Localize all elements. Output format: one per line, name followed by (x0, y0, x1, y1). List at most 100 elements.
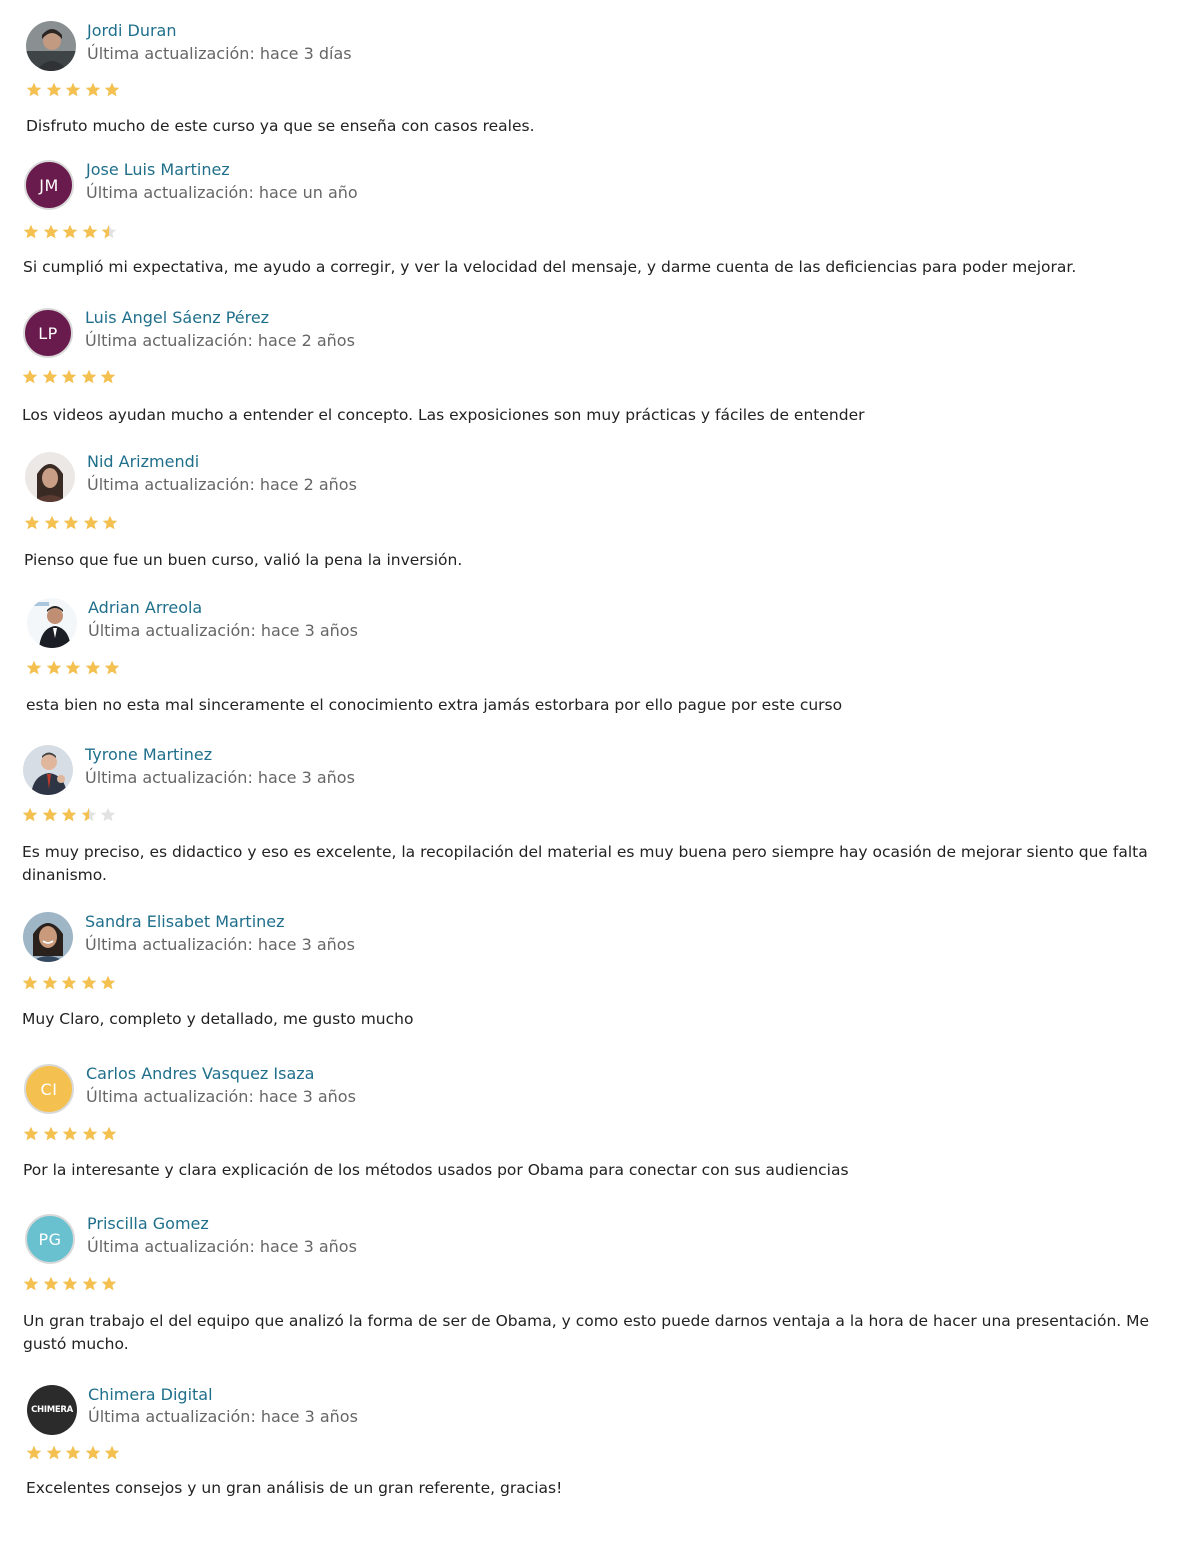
star-icon (85, 660, 101, 676)
star-rating (23, 1276, 121, 1294)
star-icon (81, 975, 97, 991)
star-icon (23, 1276, 39, 1292)
reviewer-name[interactable]: Chimera Digital (88, 1385, 213, 1404)
review-text: Pienso que fue un buen curso, valió la p… (24, 551, 463, 569)
reviewer-name[interactable]: Luis Angel Sáenz Pérez (85, 308, 269, 327)
reviewer-name[interactable]: Adrian Arreola (88, 598, 202, 617)
star-icon (65, 1445, 81, 1461)
last-updated: Última actualización: hace 3 días (87, 44, 352, 63)
star-icon (62, 1126, 78, 1142)
review-text: Disfruto mucho de este curso ya que se e… (26, 117, 535, 135)
review-text: esta bien no esta mal sinceramente el co… (26, 696, 843, 714)
star-rating (26, 82, 124, 100)
last-updated: Última actualización: hace 2 años (85, 331, 355, 350)
star-icon (46, 660, 62, 676)
star-icon (102, 515, 118, 531)
star-icon (101, 224, 117, 240)
reviewer-name[interactable]: Priscilla Gomez (87, 1214, 209, 1233)
last-updated: Última actualización: hace 3 años (88, 621, 358, 640)
review-text: Es muy preciso, es didactico y eso es ex… (22, 843, 1148, 884)
star-icon (24, 515, 40, 531)
star-rating (26, 660, 124, 678)
avatar-initials[interactable]: JM (24, 160, 74, 210)
logo-text: CHIMERA (31, 1405, 73, 1415)
reviewer-name[interactable]: Sandra Elisabet Martinez (85, 912, 285, 931)
star-icon (23, 224, 39, 240)
star-icon (82, 1126, 98, 1142)
user-photo-man-dark-hair[interactable] (26, 21, 76, 71)
star-icon (63, 515, 79, 531)
reviewer-name[interactable]: Nid Arizmendi (87, 452, 199, 471)
star-icon (81, 369, 97, 385)
review-text: Si cumplió mi expectativa, me ayudo a co… (23, 258, 1077, 276)
star-icon (42, 975, 58, 991)
star-rating (26, 1445, 124, 1463)
star-icon (62, 1276, 78, 1292)
star-rating (22, 369, 120, 387)
avatar-initials[interactable]: PG (25, 1214, 75, 1264)
star-icon (65, 660, 81, 676)
star-rating (22, 975, 120, 993)
user-photo-man-speaking[interactable] (23, 745, 73, 795)
star-icon (22, 369, 38, 385)
star-icon (65, 82, 81, 98)
last-updated: Última actualización: hace 3 años (85, 935, 355, 954)
last-updated: Última actualización: hace 3 años (88, 1407, 358, 1426)
last-updated: Última actualización: hace un año (86, 183, 358, 202)
star-icon (100, 807, 116, 823)
review-text: Por la interesante y clara explicación d… (23, 1161, 849, 1179)
reviewer-name[interactable]: Jordi Duran (87, 21, 176, 40)
star-icon (85, 1445, 101, 1461)
avatar-initials[interactable]: CI (24, 1064, 74, 1114)
star-icon (22, 807, 38, 823)
reviews-list: Jordi Duran Última actualización: hace 3… (0, 0, 1189, 1555)
star-icon (44, 515, 60, 531)
star-icon (26, 1445, 42, 1461)
reviewer-name[interactable]: Tyrone Martinez (85, 745, 212, 764)
star-rating (24, 515, 122, 533)
last-updated: Última actualización: hace 3 años (85, 768, 355, 787)
star-icon (26, 82, 42, 98)
star-icon (46, 82, 62, 98)
star-icon (62, 224, 78, 240)
star-rating (22, 807, 120, 825)
star-icon (61, 807, 77, 823)
star-icon (82, 1276, 98, 1292)
star-icon (82, 224, 98, 240)
star-icon (61, 975, 77, 991)
star-icon (43, 1126, 59, 1142)
last-updated: Última actualización: hace 3 años (87, 1237, 357, 1256)
star-rating (23, 1126, 121, 1144)
star-icon (104, 660, 120, 676)
star-icon (104, 82, 120, 98)
avatar-initials[interactable]: LP (23, 308, 73, 358)
review-text: Excelentes consejos y un gran análisis d… (26, 1479, 563, 1497)
star-icon (23, 1126, 39, 1142)
user-photo-man-suit[interactable] (27, 598, 77, 648)
star-icon (42, 807, 58, 823)
last-updated: Última actualización: hace 2 años (87, 475, 357, 494)
chimera-logo[interactable]: CHIMERA (27, 1385, 77, 1435)
reviewer-name[interactable]: Jose Luis Martinez (86, 160, 230, 179)
user-photo-woman[interactable] (25, 452, 75, 502)
star-icon (46, 1445, 62, 1461)
star-icon (100, 369, 116, 385)
star-icon (22, 975, 38, 991)
star-icon (100, 975, 116, 991)
star-icon (43, 1276, 59, 1292)
review-text: Muy Claro, completo y detallado, me gust… (22, 1010, 414, 1028)
star-icon (43, 224, 59, 240)
star-icon (104, 1445, 120, 1461)
star-icon (42, 369, 58, 385)
star-icon (85, 82, 101, 98)
star-icon (101, 1126, 117, 1142)
star-icon (61, 369, 77, 385)
star-icon (101, 1276, 117, 1292)
star-rating (23, 224, 121, 242)
user-photo-woman-smiling[interactable] (23, 912, 73, 962)
reviewer-name[interactable]: Carlos Andres Vasquez Isaza (86, 1064, 314, 1083)
star-icon (83, 515, 99, 531)
star-icon (26, 660, 42, 676)
star-icon (81, 807, 97, 823)
last-updated: Última actualización: hace 3 años (86, 1087, 356, 1106)
